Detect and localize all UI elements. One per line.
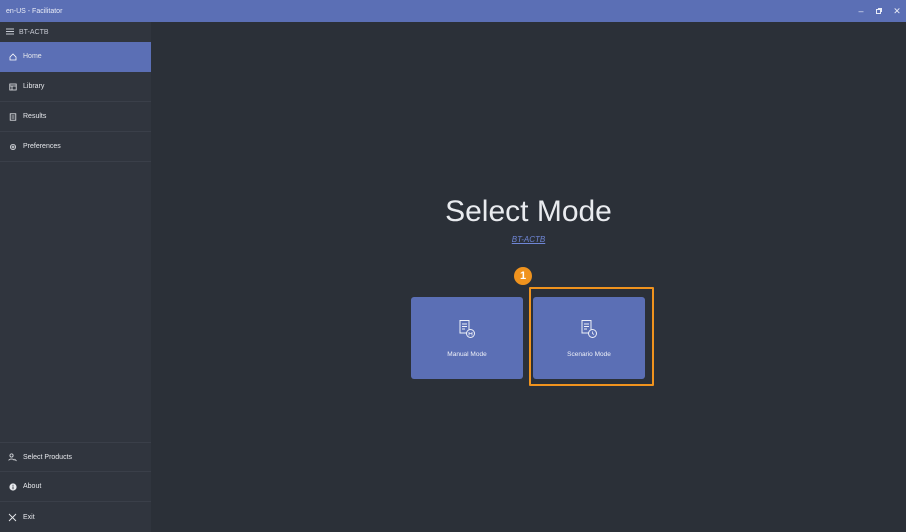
- sidebar-item-select-products[interactable]: Select Products: [0, 442, 151, 472]
- close-icon: [8, 513, 17, 522]
- main-content: Select Mode BT-ACTB 1 Manual Mode Scenar…: [151, 22, 906, 532]
- home-icon: [8, 52, 17, 61]
- sidebar-item-label: Select Products: [23, 453, 73, 461]
- sidebar-item-label: Results: [23, 113, 47, 120]
- scenario-mode-label: Scenario Mode: [567, 350, 611, 358]
- sidebar-item-preferences[interactable]: Preferences: [0, 132, 151, 162]
- manual-document-icon: [457, 319, 477, 351]
- user-select-icon: [8, 452, 17, 462]
- sidebar-item-exit[interactable]: Exit: [0, 502, 151, 532]
- window-title: en-US - Facilitator: [6, 7, 63, 15]
- title-bar: en-US - Facilitator – ✕: [0, 0, 906, 22]
- close-icon[interactable]: ✕: [888, 0, 906, 22]
- sidebar-item-label: Home: [23, 53, 42, 60]
- scenario-document-icon: [579, 319, 599, 351]
- manual-mode-button[interactable]: Manual Mode: [411, 297, 523, 379]
- sidebar-item-about[interactable]: About: [0, 472, 151, 502]
- callout-badge: 1: [514, 267, 532, 285]
- gear-icon: [8, 142, 17, 151]
- library-icon: [8, 82, 17, 91]
- sidebar-header-label: BT-ACTB: [19, 28, 49, 36]
- minimize-icon[interactable]: –: [852, 0, 870, 22]
- sidebar-header[interactable]: BT-ACTB: [0, 22, 151, 42]
- window-controls: – ✕: [852, 0, 906, 22]
- info-icon: [8, 482, 17, 491]
- sidebar-bottom: Select Products About Exit: [0, 442, 151, 532]
- sidebar-item-label: Library: [23, 83, 45, 90]
- manual-mode-label: Manual Mode: [447, 350, 487, 358]
- sidebar-item-results[interactable]: Results: [0, 102, 151, 132]
- page-title: Select Mode: [445, 195, 612, 228]
- sidebar-item-label: Preferences: [23, 143, 61, 150]
- sidebar-item-label: Exit: [23, 513, 35, 521]
- sidebar-item-home[interactable]: Home: [0, 42, 151, 72]
- hamburger-icon[interactable]: [6, 28, 14, 37]
- restore-icon[interactable]: [870, 0, 888, 22]
- sidebar-item-label: About: [23, 483, 42, 490]
- sidebar: BT-ACTB Home Library Results Preferences…: [0, 22, 151, 532]
- product-link[interactable]: BT-ACTB: [151, 235, 906, 244]
- sidebar-item-library[interactable]: Library: [0, 72, 151, 102]
- scenario-mode-button[interactable]: Scenario Mode: [533, 297, 645, 379]
- results-icon: [8, 112, 17, 121]
